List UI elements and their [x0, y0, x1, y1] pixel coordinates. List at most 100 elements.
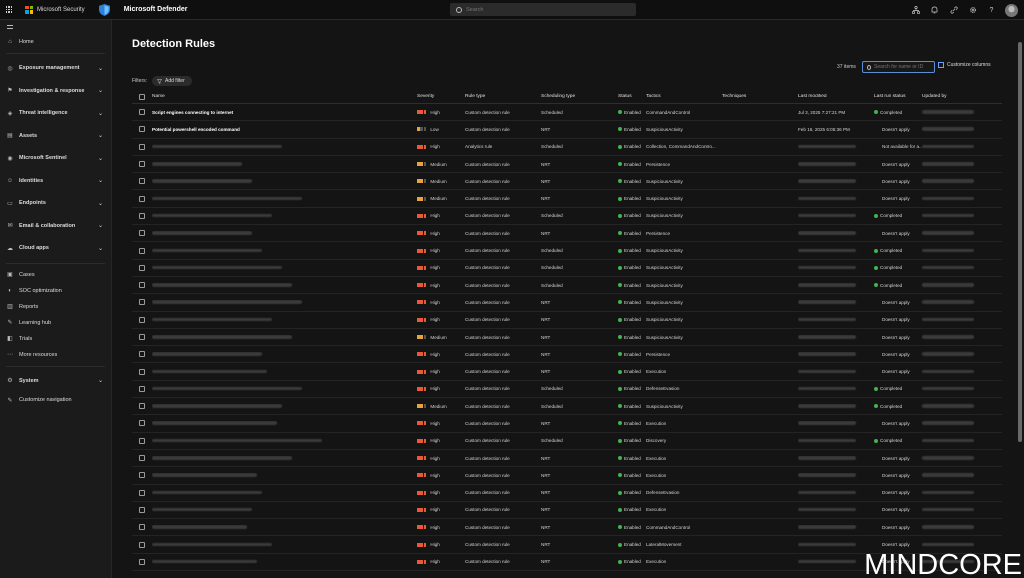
sidebar-item-exposure-management[interactable]: ◎ Exposure management ⌄: [0, 57, 111, 80]
help-icon[interactable]: ?: [986, 2, 997, 18]
table-row[interactable]: Medium Custom detection rule Scheduled Enab…: [132, 398, 1002, 416]
sidebar-item-microsoft-sentinel[interactable]: ◉ Microsoft Sentinel ⌄: [0, 147, 111, 170]
rule-name-link[interactable]: [152, 144, 417, 149]
sidebar-item-more-resources[interactable]: ⋯ More resources: [0, 347, 111, 363]
sidebar-item-customize-navigation[interactable]: ✎ Customize navigation: [0, 392, 111, 408]
row-checkbox[interactable]: [139, 506, 145, 513]
chevron-down-icon[interactable]: ⌄: [98, 65, 103, 72]
sidebar-item-endpoints[interactable]: ▭ Endpoints ⌄: [0, 192, 111, 215]
row-checkbox[interactable]: [139, 351, 145, 358]
column-header-updated-by[interactable]: Updated by: [922, 94, 982, 99]
table-row[interactable]: High Custom detection rule NRT Enabled Execu…: [132, 363, 1002, 381]
table-row[interactable]: High Custom detection rule Scheduled Enable…: [132, 208, 1002, 226]
row-checkbox[interactable]: [139, 489, 145, 496]
rule-name-link[interactable]: [152, 369, 417, 374]
table-row[interactable]: Medium Custom detection rule NRT Enabled Sus…: [132, 190, 1002, 208]
row-checkbox[interactable]: [139, 524, 145, 531]
sidebar-item-cases[interactable]: ▣ Cases: [0, 267, 111, 283]
rule-name-link[interactable]: [152, 179, 417, 184]
sidebar-item-investigation-response[interactable]: ⚑ Investigation & response ⌄: [0, 80, 111, 103]
row-checkbox[interactable]: [139, 368, 145, 375]
vertical-scrollbar[interactable]: [1018, 42, 1022, 442]
table-row[interactable]: High Custom detection rule Scheduled Enable…: [132, 277, 1002, 295]
row-checkbox[interactable]: [139, 385, 145, 392]
row-checkbox[interactable]: [139, 247, 145, 254]
link-icon[interactable]: [948, 2, 959, 18]
sidebar-item-learning-hub[interactable]: ✎ Learning hub: [0, 315, 111, 331]
column-header-tactics[interactable]: Tactics: [646, 94, 722, 99]
column-header-severity[interactable]: Severity: [417, 94, 465, 99]
add-filter-button[interactable]: Add filter: [152, 76, 192, 86]
rule-search-box[interactable]: [862, 61, 935, 73]
column-header-rule-type[interactable]: Rule type: [465, 94, 541, 99]
avatar[interactable]: [1005, 3, 1018, 17]
rule-name-link[interactable]: [152, 335, 417, 340]
rule-name-link[interactable]: Potential powershell encoded command: [152, 127, 417, 132]
row-checkbox[interactable]: [139, 230, 145, 237]
sidebar-item-email-collaboration[interactable]: ✉ Email & collaboration ⌄: [0, 215, 111, 238]
rule-name-link[interactable]: [152, 196, 417, 201]
row-checkbox[interactable]: [139, 541, 145, 548]
rule-name-link[interactable]: [152, 525, 417, 530]
rule-name-link[interactable]: [152, 352, 417, 357]
rule-name-link[interactable]: [152, 231, 417, 236]
row-checkbox[interactable]: [139, 316, 145, 323]
table-row[interactable]: High Custom detection rule NRT Enabled Comma…: [132, 519, 1002, 537]
chevron-down-icon[interactable]: ⌄: [98, 177, 103, 184]
rule-name-link[interactable]: [152, 300, 417, 305]
table-row[interactable]: High Custom detection rule NRT Enabled Execu…: [132, 502, 1002, 520]
table-row[interactable]: High Custom detection rule NRT Enabled Suspi…: [132, 294, 1002, 312]
row-checkbox[interactable]: [139, 109, 145, 116]
row-checkbox[interactable]: [139, 403, 145, 410]
rule-name-link[interactable]: [152, 248, 417, 253]
table-row[interactable]: Script engines connecting to internet Hig…: [132, 104, 1002, 122]
select-all-checkbox[interactable]: [139, 93, 145, 100]
rule-name-link[interactable]: [152, 162, 417, 167]
rule-name-link[interactable]: [152, 404, 417, 409]
column-header-last-modified[interactable]: Last modified: [798, 94, 874, 99]
global-search-input[interactable]: [466, 6, 626, 13]
row-checkbox[interactable]: [139, 195, 145, 202]
gear-icon[interactable]: [967, 2, 978, 18]
chevron-down-icon[interactable]: ⌄: [98, 155, 103, 162]
sidebar-item-assets[interactable]: ▤ Assets ⌄: [0, 125, 111, 148]
table-row[interactable]: High Custom detection rule NRT Enabled Execu…: [132, 450, 1002, 468]
org-chart-icon[interactable]: [910, 2, 921, 18]
sidebar-item-threat-intelligence[interactable]: ◈ Threat intelligence ⌄: [0, 102, 111, 125]
chevron-down-icon[interactable]: ⌄: [98, 87, 103, 94]
column-header-status[interactable]: Status: [618, 94, 646, 99]
rule-name-link[interactable]: [152, 456, 417, 461]
table-row[interactable]: High Custom detection rule NRT Enabled Execu…: [132, 415, 1002, 433]
column-header-techniques[interactable]: Techniques: [722, 94, 798, 99]
collapse-menu-icon[interactable]: [0, 20, 111, 34]
row-checkbox[interactable]: [139, 472, 145, 479]
chevron-down-icon[interactable]: ⌄: [98, 200, 103, 207]
rule-search-input[interactable]: [874, 64, 934, 70]
chevron-down-icon[interactable]: ⌄: [98, 222, 103, 229]
column-header-name[interactable]: Name: [152, 94, 417, 99]
global-search-box[interactable]: [450, 3, 636, 16]
table-row[interactable]: High Custom detection rule NRT Enabled Defen…: [132, 485, 1002, 502]
row-checkbox[interactable]: [139, 178, 145, 185]
row-checkbox[interactable]: [139, 264, 145, 271]
column-header-scheduling-type[interactable]: Scheduling type: [541, 94, 618, 99]
table-row[interactable]: High Custom detection rule Scheduled Enable…: [132, 381, 1002, 399]
row-checkbox[interactable]: [139, 299, 145, 306]
table-row[interactable]: High Analytics rule Scheduled Enabled Collec…: [132, 139, 1002, 156]
rule-name-link[interactable]: [152, 386, 417, 391]
column-header-last-run-status[interactable]: Last run status: [874, 94, 922, 99]
rule-name-link[interactable]: [152, 507, 417, 512]
row-checkbox[interactable]: [139, 437, 145, 444]
rule-name-link[interactable]: [152, 265, 417, 270]
rule-name-link[interactable]: [152, 283, 417, 288]
table-row[interactable]: High Custom detection rule NRT Enabled Persi…: [132, 346, 1002, 364]
table-row[interactable]: High Custom detection rule NRT Enabled Suspi…: [132, 312, 1002, 329]
row-checkbox[interactable]: [139, 282, 145, 289]
chevron-down-icon[interactable]: ⌄: [98, 377, 103, 384]
sidebar-item-reports[interactable]: ▥ Reports: [0, 299, 111, 315]
rule-name-link[interactable]: [152, 317, 417, 322]
rule-name-link[interactable]: [152, 438, 417, 443]
row-checkbox[interactable]: [139, 558, 145, 565]
rule-name-link[interactable]: [152, 473, 417, 478]
row-checkbox[interactable]: [139, 161, 145, 168]
